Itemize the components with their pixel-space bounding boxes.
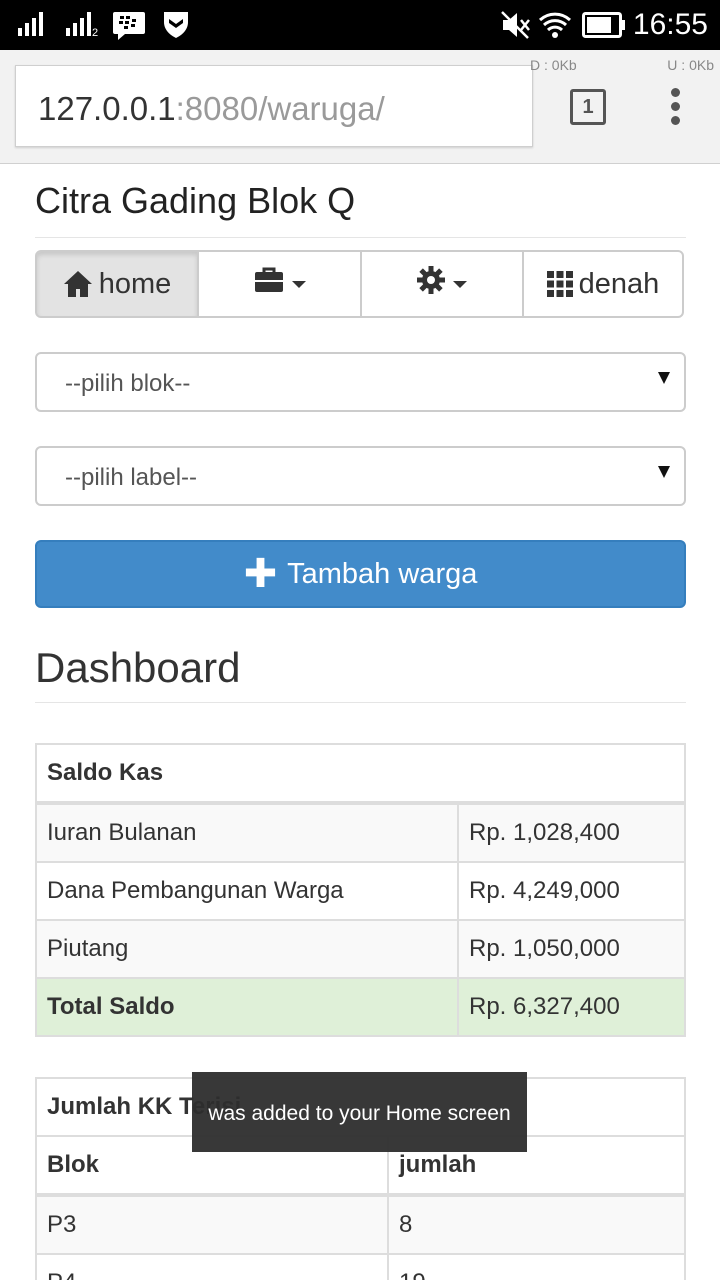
home-icon — [63, 270, 93, 298]
blok-select[interactable]: --pilih blok-- — [35, 352, 686, 412]
battery-icon — [582, 12, 626, 43]
shield-icon — [162, 10, 190, 45]
address-bar[interactable]: 127.0.0.1:8080/waruga/ — [15, 65, 533, 147]
gear-icon — [417, 266, 445, 302]
upload-rate: U : 0Kb — [667, 57, 714, 73]
status-time: 16:55 — [632, 8, 708, 41]
dropdown-arrow-icon — [658, 466, 670, 478]
label-select[interactable]: --pilih label-- — [35, 446, 686, 506]
grid-icon — [546, 271, 573, 297]
nav-button-group: home denah — [35, 250, 686, 318]
add-warga-button[interactable]: ✚ Tambah warga — [35, 540, 686, 608]
saldo-kas-table: Saldo Kas Iuran Bulanan Rp. 1,028,400 Da… — [35, 743, 686, 1037]
denah-button[interactable]: denah — [522, 250, 684, 318]
tab-switcher-button[interactable]: 1 — [570, 89, 606, 125]
chevron-down-icon — [291, 280, 306, 288]
download-rate: D : 0Kb — [530, 57, 577, 73]
total-saldo-row: Total Saldo Rp. 6,327,400 — [35, 977, 686, 1037]
saldo-kas-title: Saldo Kas — [35, 743, 686, 805]
url-text: 127.0.0.1:8080/waruga/ — [38, 90, 385, 127]
signal2-icon: 2 — [66, 12, 98, 41]
home-button[interactable]: home — [35, 250, 199, 318]
chevron-down-icon — [453, 280, 467, 288]
dropdown-arrow-icon — [658, 372, 670, 384]
mute-icon — [500, 10, 532, 45]
signal-icon — [18, 12, 43, 41]
toast-message: was added to your Home screen — [192, 1072, 527, 1152]
browser-toolbar: 127.0.0.1:8080/waruga/ D : 0Kb U : 0Kb 1 — [0, 50, 720, 164]
page-brand: Citra Gading Blok Q — [35, 180, 686, 238]
settings-dropdown-button[interactable] — [360, 250, 524, 318]
table-row: P4 19 — [35, 1253, 686, 1280]
status-bar: 2 16:55 — [0, 0, 720, 50]
overflow-menu-icon[interactable] — [668, 88, 682, 128]
table-row: Dana Pembangunan Warga Rp. 4,249,000 — [35, 861, 686, 921]
table-row: P3 8 — [35, 1194, 686, 1255]
briefcase-dropdown-button[interactable] — [197, 250, 362, 318]
table-row: Piutang Rp. 1,050,000 — [35, 919, 686, 979]
dashboard-heading: Dashboard — [35, 644, 686, 703]
briefcase-icon — [254, 267, 284, 301]
plus-icon: ✚ — [243, 552, 278, 596]
table-row: Iuran Bulanan Rp. 1,028,400 — [35, 802, 686, 863]
wifi-icon — [538, 10, 572, 45]
bbm-icon — [112, 10, 146, 45]
